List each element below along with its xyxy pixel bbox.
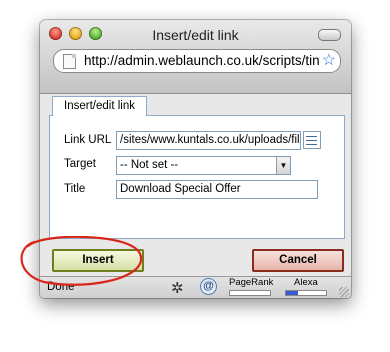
at-icon[interactable]: @ <box>200 278 217 295</box>
address-bar[interactable]: http://admin.weblaunch.co.uk/scripts/tin… <box>53 49 341 73</box>
pagerank-bar <box>229 290 271 296</box>
target-label: Target <box>64 158 96 170</box>
bookmark-star-icon[interactable]: ☆ <box>322 50 336 70</box>
status-text: Done <box>47 281 75 293</box>
popup-window: Insert/edit link http://admin.weblaunch.… <box>40 20 351 298</box>
alexa-bar-fill <box>286 291 298 295</box>
bug-icon[interactable]: ✲ <box>171 279 184 297</box>
link-url-label: Link URL <box>64 134 112 146</box>
resize-grip-icon[interactable] <box>339 287 349 297</box>
cancel-button[interactable]: Cancel <box>252 249 344 272</box>
alexa-bar <box>285 290 327 296</box>
alexa-label: Alexa <box>294 277 318 288</box>
title-label: Title <box>64 183 86 195</box>
page-icon <box>63 54 76 69</box>
toolbar-toggle-button[interactable] <box>318 29 341 41</box>
link-url-input[interactable]: /sites/www.kuntals.co.uk/uploads/files/D… <box>116 131 301 150</box>
status-bar: Done ✲ @ PageRank Alexa <box>40 276 351 298</box>
target-selected-value: -- Not set -- <box>120 159 179 171</box>
tab-insert-edit-link[interactable]: Insert/edit link <box>52 96 147 116</box>
window-title: Insert/edit link <box>152 27 239 43</box>
tab-panel: Link URL /sites/www.kuntals.co.uk/upload… <box>49 115 345 239</box>
target-select[interactable]: -- Not set -- ▼ <box>116 156 291 175</box>
dropdown-arrow-icon[interactable]: ▼ <box>276 157 290 174</box>
title-bar: Insert/edit link http://admin.weblaunch.… <box>40 20 351 94</box>
pagerank-label: PageRank <box>229 277 274 288</box>
title-input[interactable]: Download Special Offer <box>116 180 318 199</box>
browse-list-icon[interactable] <box>303 131 321 149</box>
address-text[interactable]: http://admin.weblaunch.co.uk/scripts/tin… <box>84 53 320 68</box>
dialog-content: Insert/edit link Link URL /sites/www.kun… <box>48 96 345 272</box>
insert-button[interactable]: Insert <box>52 249 144 272</box>
